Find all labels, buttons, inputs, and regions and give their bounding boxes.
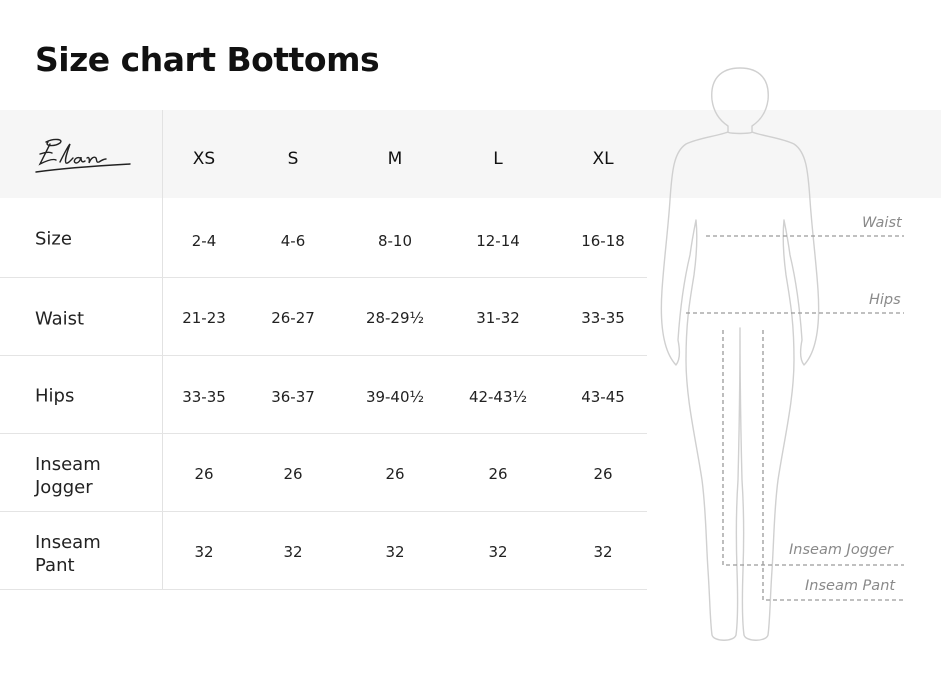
table-cell: 26: [385, 465, 405, 483]
table-cell: 28-29½: [365, 309, 425, 327]
table-cell: 2-4: [191, 232, 217, 250]
row-label-waist: Waist: [35, 308, 85, 330]
row-divider: [0, 433, 647, 434]
table-cell: 26: [194, 465, 214, 483]
row-label-inseam-pant: Inseam Pant: [35, 532, 101, 576]
table-cell: 26: [283, 465, 303, 483]
table-cell: 21-23: [182, 309, 226, 327]
row-divider: [0, 277, 647, 278]
row-divider: [0, 589, 647, 590]
figure-label-inseam-jogger: Inseam Jogger: [789, 542, 893, 558]
table-cell: 32: [283, 543, 303, 561]
table-cell: 39-40½: [365, 388, 425, 406]
column-header-xs: XS: [192, 149, 216, 169]
table-cell: 16-18: [581, 232, 625, 250]
table-cell: 26: [593, 465, 613, 483]
table-cell: 12-14: [476, 232, 520, 250]
table-cell: 26: [488, 465, 508, 483]
table-cell: 42-43½: [468, 388, 528, 406]
figure-label-waist: Waist: [862, 215, 902, 231]
page-title: Size chart Bottoms: [35, 40, 380, 79]
table-cell: 8-10: [377, 232, 413, 250]
table-cell: 32: [593, 543, 613, 561]
table-cell: 36-37: [271, 388, 315, 406]
column-header-xl: XL: [592, 149, 614, 169]
figure-label-inseam-pant: Inseam Pant: [805, 578, 896, 594]
row-label-inseam-jogger: Inseam Jogger: [35, 454, 101, 498]
column-divider: [162, 110, 163, 590]
table-cell: 4-6: [280, 232, 306, 250]
column-header-s: S: [287, 149, 299, 169]
row-label-hips: Hips: [35, 385, 75, 407]
table-cell: 32: [385, 543, 405, 561]
row-divider: [0, 511, 647, 512]
table-cell: 33-35: [581, 309, 625, 327]
table-cell: 33-35: [182, 388, 226, 406]
row-label-size: Size: [35, 228, 72, 250]
table-cell: 32: [488, 543, 508, 561]
column-header-l: L: [493, 149, 503, 169]
table-cell: 31-32: [476, 309, 520, 327]
table-cell: 26-27: [271, 309, 315, 327]
table-cell: 43-45: [581, 388, 625, 406]
table-cell: 32: [194, 543, 214, 561]
figure-label-hips: Hips: [869, 292, 901, 308]
column-header-m: M: [387, 149, 403, 169]
brand-logo: [35, 138, 131, 173]
row-divider: [0, 355, 647, 356]
body-figure-illustration: [660, 67, 904, 641]
